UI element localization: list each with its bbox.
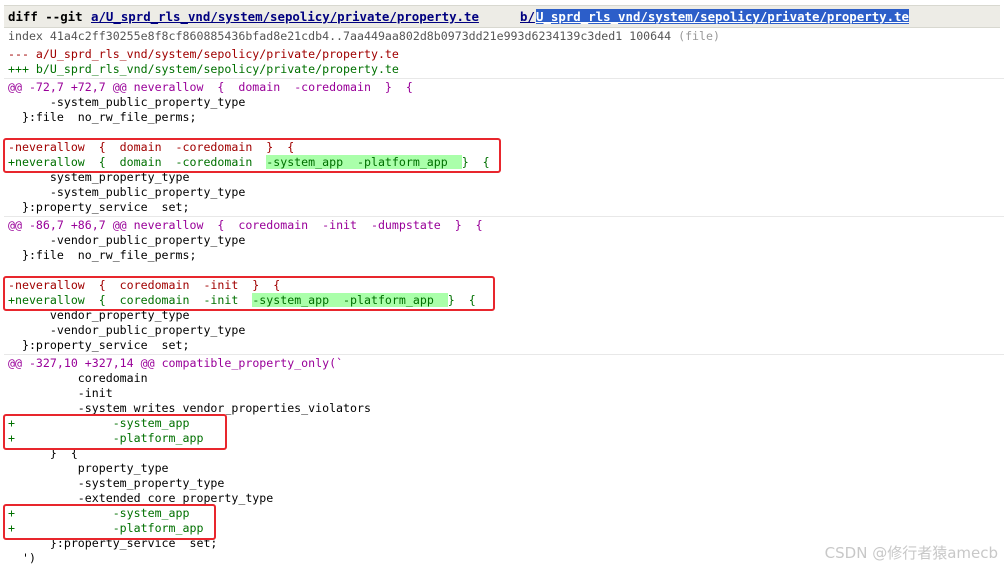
separator <box>4 216 1004 217</box>
hunk-header-3: @@ -327,10 +327,14 @@ compatible_propert… <box>8 356 343 371</box>
path-b-link[interactable]: U_sprd_rls_vnd/system/sepolicy/private/p… <box>536 9 909 24</box>
path-b-prefix-link[interactable]: b/ <box>520 9 535 24</box>
separator <box>4 78 1004 79</box>
diff-line: -system_public_property_type <box>8 185 246 199</box>
path-a-link[interactable]: a/U_sprd_rls_vnd/system/sepolicy/private… <box>91 9 479 24</box>
index-line: index 41a4c2ff30255e8f8cf860885436bfad8e… <box>8 29 720 43</box>
hunk-range: @@ -327,10 +327,14 @@ <box>8 356 155 370</box>
file-mode: (file) <box>678 29 720 43</box>
diff-line: }:file no_rw_file_perms; <box>8 248 197 262</box>
diff-line: -vendor_public_property_type <box>8 323 246 337</box>
diff-line: }:property_service set; <box>8 200 190 214</box>
diff-line: -vendor_public_property_type <box>8 233 246 247</box>
annotation-box <box>3 138 501 173</box>
diff-header: diff --git a/U_sprd_rls_vnd/system/sepol… <box>4 5 1000 28</box>
diff-line: -init <box>8 386 113 400</box>
diff-line: -system_public_property_type <box>8 95 246 109</box>
annotation-box <box>3 504 216 540</box>
hunk-range: @@ -72,7 +72,7 @@ <box>8 80 127 94</box>
diff-line: }:property_service set; <box>8 338 190 352</box>
diff-line: property_type <box>8 461 169 475</box>
diff-line: coredomain <box>8 371 148 385</box>
annotation-box <box>3 276 495 311</box>
diff-line: ') <box>8 551 36 565</box>
hunk-range: @@ -86,7 +86,7 @@ <box>8 218 127 232</box>
hunk-context: neverallow { coredomain -init -dumpstate… <box>126 218 483 232</box>
hunk-context: compatible_property_only(` <box>154 356 344 370</box>
file-new-line: +++ b/U_sprd_rls_vnd/system/sepolicy/pri… <box>8 62 399 76</box>
hunk-header-2: @@ -86,7 +86,7 @@ neverallow { coredomai… <box>8 218 483 233</box>
hunk-header-1: @@ -72,7 +72,7 @@ neverallow { domain -c… <box>8 80 413 95</box>
hunk-context: neverallow { domain -coredomain } { <box>126 80 413 94</box>
diff-line: }:file no_rw_file_perms; <box>8 110 197 124</box>
index-text: index 41a4c2ff30255e8f8cf860885436bfad8e… <box>8 29 672 43</box>
diff-line: -system_property_type <box>8 476 225 490</box>
annotation-box <box>3 414 227 450</box>
separator <box>4 354 1004 355</box>
diff-keyword: diff --git <box>8 9 83 24</box>
file-old-line: --- a/U_sprd_rls_vnd/system/sepolicy/pri… <box>8 47 399 61</box>
watermark: CSDN @修行者猿amecb <box>824 544 998 562</box>
